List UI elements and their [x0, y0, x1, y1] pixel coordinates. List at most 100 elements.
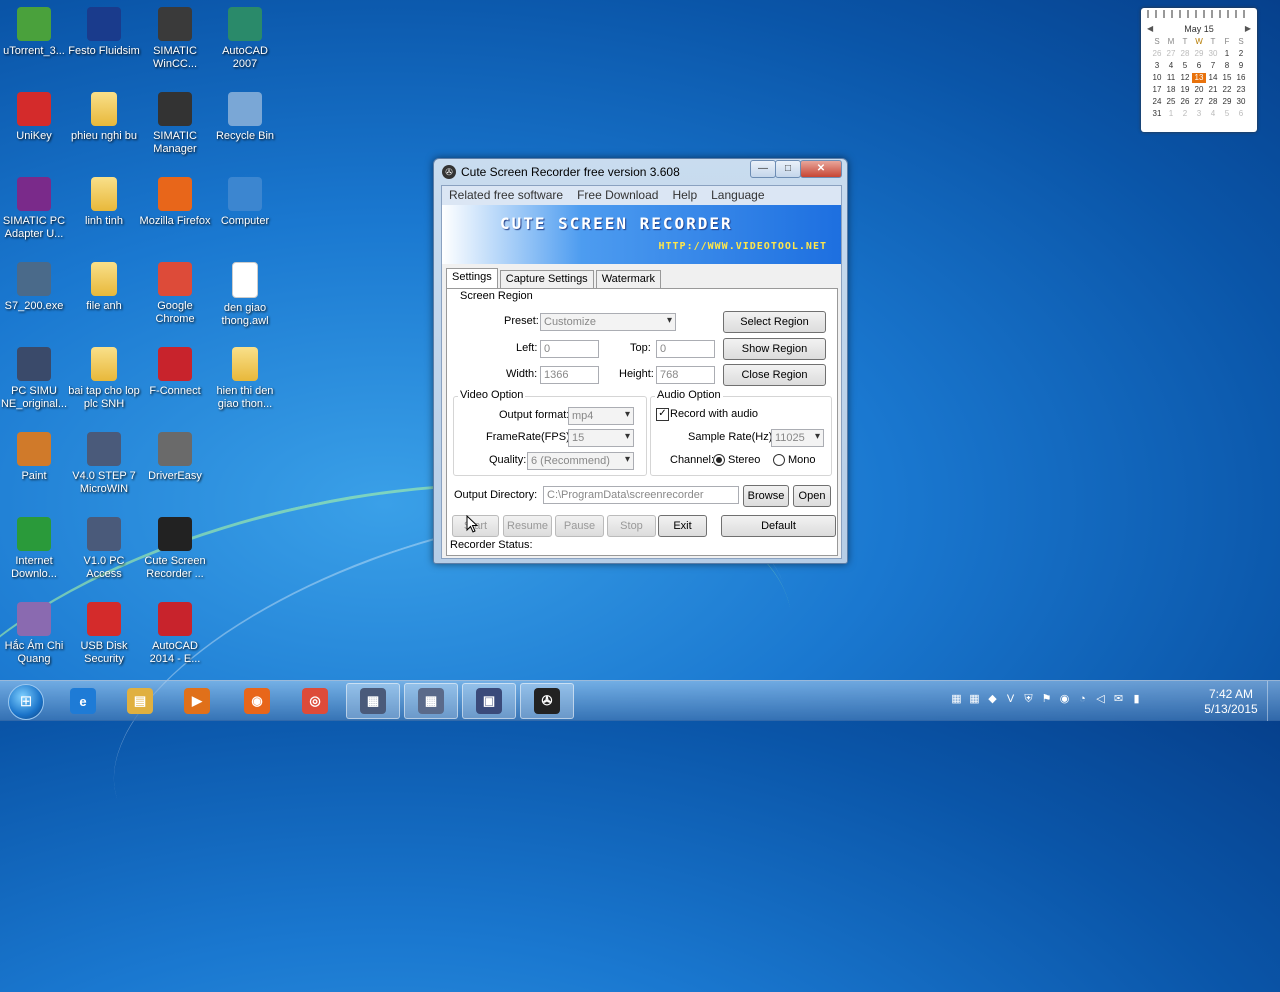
calendar-day[interactable]: 21 [1206, 85, 1220, 95]
calendar-day[interactable]: 15 [1220, 73, 1234, 83]
desktop-icon[interactable]: S7_200.exe [0, 262, 70, 313]
sample-rate-select[interactable]: 11025 [771, 429, 824, 447]
select-region-button[interactable]: Select Region [723, 311, 826, 333]
desktop-icon[interactable]: Recycle Bin [209, 92, 281, 143]
desktop-icon[interactable]: Festo Fluidsim [68, 7, 140, 58]
taskbar-item[interactable]: ◎ [288, 683, 342, 719]
calendar-day[interactable]: 5 [1220, 109, 1234, 119]
calendar-day[interactable]: 20 [1192, 85, 1206, 95]
tray-icon[interactable]: ⛨ [1022, 693, 1035, 706]
desktop-icon[interactable]: Google Chrome [139, 262, 211, 326]
calendar-day[interactable]: 5 [1178, 61, 1192, 71]
stop-button[interactable]: Stop [607, 515, 656, 537]
calendar-day[interactable]: 3 [1192, 109, 1206, 119]
calendar-day[interactable]: 30 [1206, 49, 1220, 59]
taskbar-item[interactable]: ▦ [346, 683, 400, 719]
calendar-day[interactable]: 24 [1150, 97, 1164, 107]
tray-icon[interactable]: ◔ [1076, 693, 1089, 706]
browse-button[interactable]: Browse [743, 485, 789, 507]
desktop-icon[interactable]: Computer [209, 177, 281, 228]
calendar-day[interactable]: 17 [1150, 85, 1164, 95]
desktop-icon[interactable]: phieu nghi bu [68, 92, 140, 143]
menu-related-free-software[interactable]: Related free software [442, 186, 570, 205]
desktop-icon[interactable]: AutoCAD 2007 [209, 7, 281, 71]
calendar-day[interactable]: 3 [1150, 61, 1164, 71]
desktop-icon[interactable]: UniKey [0, 92, 70, 143]
calendar-day[interactable]: 19 [1178, 85, 1192, 95]
calendar-day[interactable]: 13 [1192, 73, 1206, 83]
menu-language[interactable]: Language [704, 186, 771, 205]
top-input[interactable]: 0 [656, 340, 715, 358]
desktop-icon[interactable]: Paint [0, 432, 70, 483]
calendar-day[interactable]: 6 [1192, 61, 1206, 71]
calendar-day[interactable]: 29 [1192, 49, 1206, 59]
calendar-day[interactable]: 9 [1234, 61, 1248, 71]
calendar-day[interactable]: 8 [1220, 61, 1234, 71]
calendar-day[interactable]: 28 [1178, 49, 1192, 59]
taskbar-item[interactable]: ◉ [230, 683, 284, 719]
tray-icon[interactable]: ✉ [1112, 693, 1125, 706]
desktop-icon[interactable]: Cute Screen Recorder ... [139, 517, 211, 581]
open-button[interactable]: Open [793, 485, 831, 507]
quality-select[interactable]: 6 (Recommend) [527, 452, 634, 470]
calendar-day[interactable]: 22 [1220, 85, 1234, 95]
tray-icon[interactable]: ◁ [1094, 693, 1107, 706]
left-input[interactable]: 0 [540, 340, 599, 358]
resume-button[interactable]: Resume [503, 515, 552, 537]
desktop-icon[interactable]: V4.0 STEP 7 MicroWIN [68, 432, 140, 496]
tray-icon[interactable]: ◉ [1058, 693, 1071, 706]
height-input[interactable]: 768 [656, 366, 715, 384]
desktop-icon[interactable]: linh tinh [68, 177, 140, 228]
desktop-icon[interactable]: V1.0 PC Access [68, 517, 140, 581]
tray-icon[interactable]: ▮ [1130, 693, 1143, 706]
show-desktop-button[interactable] [1267, 681, 1280, 721]
calendar-day[interactable]: 30 [1234, 97, 1248, 107]
minimize-button[interactable]: — [750, 160, 776, 178]
calendar-day[interactable]: 23 [1234, 85, 1248, 95]
tray-icon[interactable]: ▦ [950, 693, 963, 706]
fps-select[interactable]: 15 [568, 429, 634, 447]
taskbar-clock[interactable]: 7:42 AM 5/13/2015 [1200, 687, 1262, 717]
output-format-select[interactable]: mp4 [568, 407, 634, 425]
desktop-icon[interactable]: F-Connect [139, 347, 211, 398]
close-region-button[interactable]: Close Region [723, 364, 826, 386]
calendar-day[interactable]: 25 [1164, 97, 1178, 107]
width-input[interactable]: 1366 [540, 366, 599, 384]
calendar-day[interactable]: 10 [1150, 73, 1164, 83]
desktop-icon[interactable]: hien thi den giao thon... [209, 347, 281, 411]
maximize-button[interactable]: □ [775, 160, 801, 178]
taskbar-item[interactable]: ▣ [462, 683, 516, 719]
tray-icon[interactable]: ▦ [968, 693, 981, 706]
taskbar-item[interactable]: ▤ [113, 683, 167, 719]
banner-url[interactable]: HTTP://WWW.VIDEOTOOL.NET [659, 241, 828, 252]
tab-settings[interactable]: Settings [446, 268, 498, 290]
calendar-prev-icon[interactable]: ◀ [1147, 24, 1153, 33]
calendar-day[interactable]: 31 [1150, 109, 1164, 119]
desktop-icon[interactable]: PC SIMU NE_original... [0, 347, 70, 411]
desktop-icon[interactable]: SIMATIC Manager [139, 92, 211, 156]
tray-icon[interactable]: ⚑ [1040, 693, 1053, 706]
title-bar[interactable]: ✇ Cute Screen Recorder free version 3.60… [434, 159, 847, 185]
calendar-day[interactable]: 18 [1164, 85, 1178, 95]
calendar-day[interactable]: 27 [1192, 97, 1206, 107]
stereo-radio[interactable] [713, 454, 725, 466]
calendar-day[interactable]: 2 [1178, 109, 1192, 119]
tab-watermark[interactable]: Watermark [595, 270, 662, 290]
desktop-icon[interactable]: uTorrent_3... [0, 7, 70, 58]
calendar-day[interactable]: 28 [1206, 97, 1220, 107]
record-audio-checkbox[interactable]: ✓ [656, 408, 669, 421]
desktop-icon[interactable]: Internet Downlo... [0, 517, 70, 581]
tab-capture-settings[interactable]: Capture Settings [499, 270, 594, 290]
taskbar-item[interactable]: ▶ [170, 683, 224, 719]
tray-icon[interactable]: ◆ [986, 693, 999, 706]
menu-free-download[interactable]: Free Download [570, 186, 665, 205]
calendar-day[interactable]: 4 [1206, 109, 1220, 119]
desktop-icon[interactable]: Mozilla Firefox [139, 177, 211, 228]
calendar-day[interactable]: 16 [1234, 73, 1248, 83]
calendar-day[interactable]: 26 [1150, 49, 1164, 59]
menu-help[interactable]: Help [665, 186, 704, 205]
mono-radio[interactable] [773, 454, 785, 466]
output-directory-input[interactable]: C:\ProgramData\screenrecorder [543, 486, 739, 504]
calendar-day[interactable]: 26 [1178, 97, 1192, 107]
calendar-next-icon[interactable]: ▶ [1245, 24, 1251, 33]
